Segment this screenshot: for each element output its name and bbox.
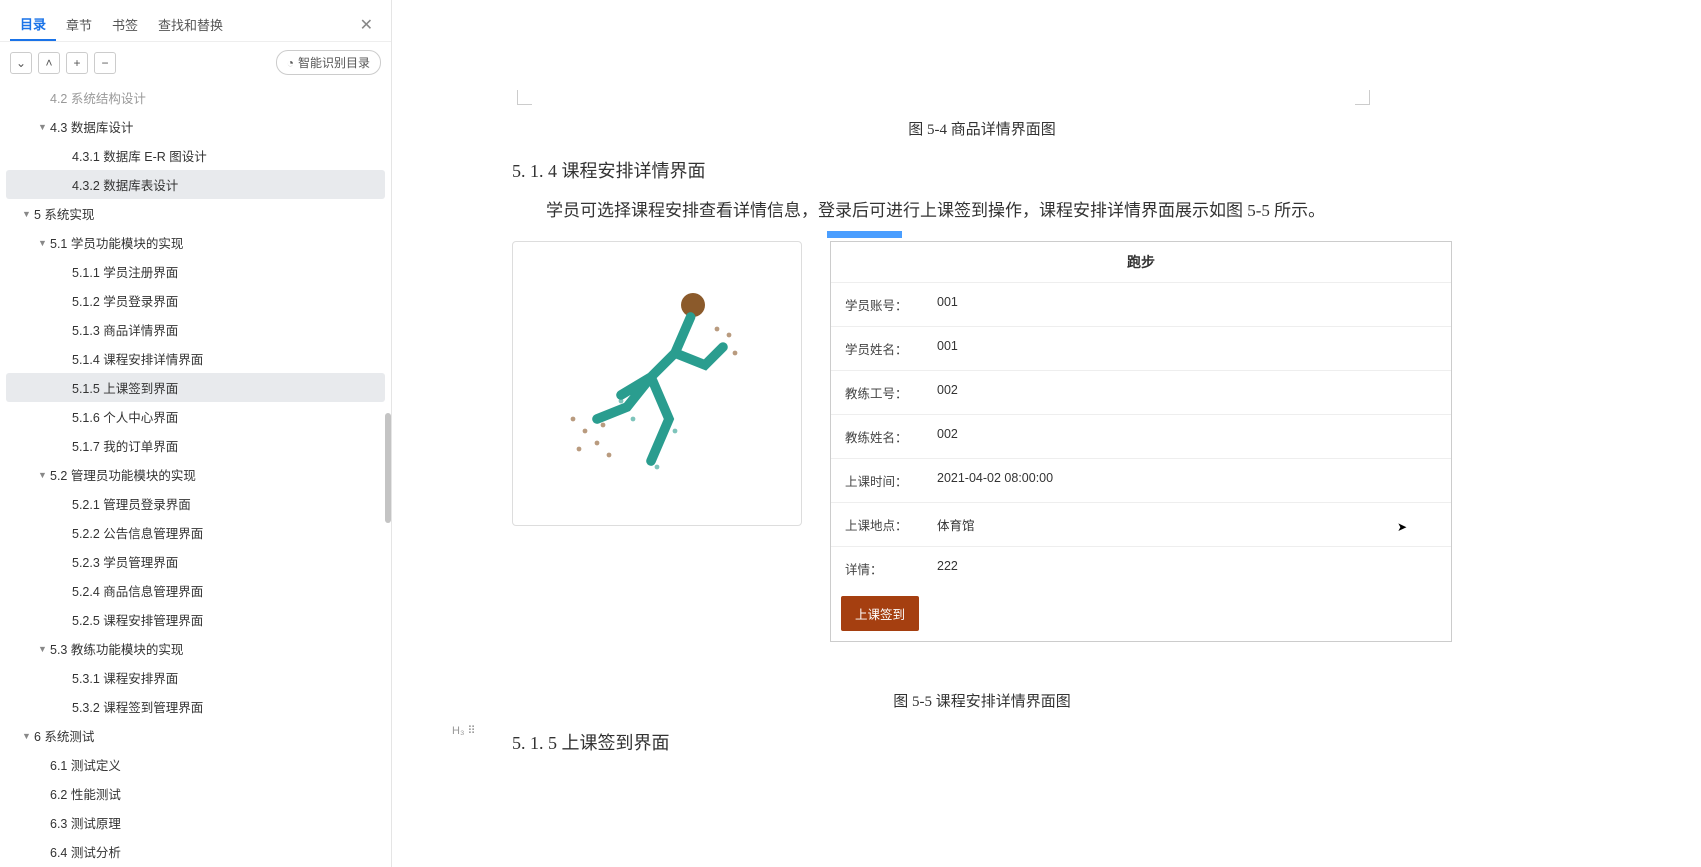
field-class-location: 上课地点：体育馆	[831, 502, 1451, 546]
tab-bookmarks[interactable]: 书签	[102, 9, 148, 40]
toc-item[interactable]: 6.4 测试分析	[6, 837, 385, 866]
toc-item[interactable]: ▼5.3 教练功能模块的实现	[6, 634, 385, 663]
toc-item[interactable]: ▼6 系统测试	[6, 721, 385, 750]
toc-item[interactable]: 4.3.2 数据库表设计	[6, 170, 385, 199]
tab-chapters[interactable]: 章节	[56, 9, 102, 40]
heading-5-1-4: 5. 1. 4 课程安排详情界面	[512, 157, 1452, 183]
add-item-button[interactable]: +	[66, 52, 88, 74]
chevron-up-icon: ˄	[45, 56, 52, 70]
page-content: 图 5-4 商品详情界面图 5. 1. 4 课程安排详情界面 学员可选择课程安排…	[512, 0, 1452, 755]
toc-item[interactable]: 5.1.7 我的订单界面	[6, 431, 385, 460]
card-title: 跑步	[831, 242, 1451, 282]
minus-icon: −	[101, 56, 108, 70]
outline-toolbar: ⌄ ˄ + − ◔ 智能识别目录	[0, 42, 391, 83]
collapse-arrow-icon[interactable]: ▼	[38, 470, 50, 480]
runner-image	[512, 241, 802, 526]
toc-item[interactable]: 6.1 测试定义	[6, 750, 385, 779]
toc-item[interactable]: 5.2.4 商品信息管理界面	[6, 576, 385, 605]
smart-detect-outline-button[interactable]: ◔ 智能识别目录	[276, 50, 381, 75]
toc-item[interactable]: 5.2.3 学员管理界面	[6, 547, 385, 576]
page-corner-mark	[517, 90, 532, 105]
toc-item[interactable]: 5.3.1 课程安排界面	[6, 663, 385, 692]
toc-item[interactable]: 6.2 性能测试	[6, 779, 385, 808]
outline-sidebar: 目录 章节 书签 查找和替换 ✕ ⌄ ˄ + − ◔ 智能识别目录 4.2 系统…	[0, 0, 392, 867]
figure-caption-5-4: 图 5-4 商品详情界面图	[512, 118, 1452, 139]
field-coach-name: 教练姓名：002	[831, 414, 1451, 458]
field-student-name: 学员姓名：001	[831, 326, 1451, 370]
field-coach-id: 教练工号：002	[831, 370, 1451, 414]
collapse-arrow-icon[interactable]: ▼	[38, 122, 50, 132]
heading-5-1-5: 5. 1. 5 上课签到界面	[512, 729, 1452, 755]
collapse-arrow-icon[interactable]: ▼	[22, 209, 34, 219]
figure-5-5: 跑步 学员账号：001 学员姓名：001 教练工号：002 教练姓名：002 上…	[512, 241, 1452, 642]
sidebar-scrollbar[interactable]	[385, 413, 391, 523]
field-student-id: 学员账号：001	[831, 282, 1451, 326]
document-viewport[interactable]: 图 5-4 商品详情界面图 5. 1. 4 课程安排详情界面 学员可选择课程安排…	[392, 0, 1701, 867]
toc-item[interactable]: 5.1.4 课程安排详情界面	[6, 344, 385, 373]
collapse-arrow-icon[interactable]: ▼	[38, 238, 50, 248]
expand-all-button[interactable]: ⌄	[10, 52, 32, 74]
cursor-icon: ➤	[1397, 520, 1407, 534]
toc-item[interactable]: ▼4.3 数据库设计	[6, 112, 385, 141]
runner-icon	[537, 263, 777, 503]
figure-caption-5-5: 图 5-5 课程安排详情界面图	[512, 690, 1452, 711]
toc-item[interactable]: 5.1.6 个人中心界面	[6, 402, 385, 431]
toc-item-current[interactable]: 5.1.5 上课签到界面	[6, 373, 385, 402]
toc-item[interactable]: 5.2.1 管理员登录界面	[6, 489, 385, 518]
toc-item[interactable]: 5.3.2 课程签到管理界面	[6, 692, 385, 721]
paragraph-text: 学员可选择课程安排查看详情信息，登录后可进行上课签到操作，课程安排详情界面展示如…	[512, 193, 1452, 229]
heading-level-indicator[interactable]: H₃ ⠿	[452, 724, 476, 737]
toc-item[interactable]: 5.1.1 学员注册界面	[6, 257, 385, 286]
close-sidebar-button[interactable]: ✕	[352, 11, 381, 39]
tab-outline[interactable]: 目录	[10, 8, 56, 41]
field-detail: 详情：222	[831, 546, 1451, 590]
toc-item[interactable]: 4.3.1 数据库 E-R 图设计	[6, 141, 385, 170]
app-root: 目录 章节 书签 查找和替换 ✕ ⌄ ˄ + − ◔ 智能识别目录 4.2 系统…	[0, 0, 1701, 867]
smart-detect-label: 智能识别目录	[298, 54, 370, 71]
field-class-time: 上课时间：2021-04-02 08:00:00	[831, 458, 1451, 502]
toc-item[interactable]: 6.3 测试原理	[6, 808, 385, 837]
toc-item[interactable]: ▼5.1 学员功能模块的实现	[6, 228, 385, 257]
toc-item[interactable]: 5.1.3 商品详情界面	[6, 315, 385, 344]
signin-button[interactable]: 上课签到	[841, 596, 919, 631]
collapse-arrow-icon[interactable]: ▼	[38, 644, 50, 654]
collapse-arrow-icon[interactable]: ▼	[22, 731, 34, 741]
remove-item-button[interactable]: −	[94, 52, 116, 74]
clock-icon: ◔	[287, 56, 294, 70]
plus-icon: +	[73, 56, 80, 70]
toc-item[interactable]: 5.2.2 公告信息管理界面	[6, 518, 385, 547]
page-corner-mark	[1355, 90, 1370, 105]
toc-item[interactable]: ▼5.2 管理员功能模块的实现	[6, 460, 385, 489]
toc-item[interactable]: ▼5 系统实现	[6, 199, 385, 228]
sidebar-tabs: 目录 章节 书签 查找和替换 ✕	[0, 0, 391, 42]
toc-item[interactable]: 5.1.2 学员登录界面	[6, 286, 385, 315]
tab-find-replace[interactable]: 查找和替换	[148, 9, 233, 40]
collapse-all-button[interactable]: ˄	[38, 52, 60, 74]
course-detail-card: 跑步 学员账号：001 学员姓名：001 教练工号：002 教练姓名：002 上…	[830, 241, 1452, 642]
accent-bar	[827, 231, 902, 238]
outline-tree[interactable]: 4.2 系统结构设计 ▼4.3 数据库设计 4.3.1 数据库 E-R 图设计 …	[0, 83, 391, 867]
right-margin	[1531, 0, 1701, 867]
toc-item[interactable]: 5.2.5 课程安排管理界面	[6, 605, 385, 634]
chevron-down-icon: ⌄	[16, 56, 26, 70]
toc-item[interactable]: 4.2 系统结构设计	[6, 83, 385, 112]
